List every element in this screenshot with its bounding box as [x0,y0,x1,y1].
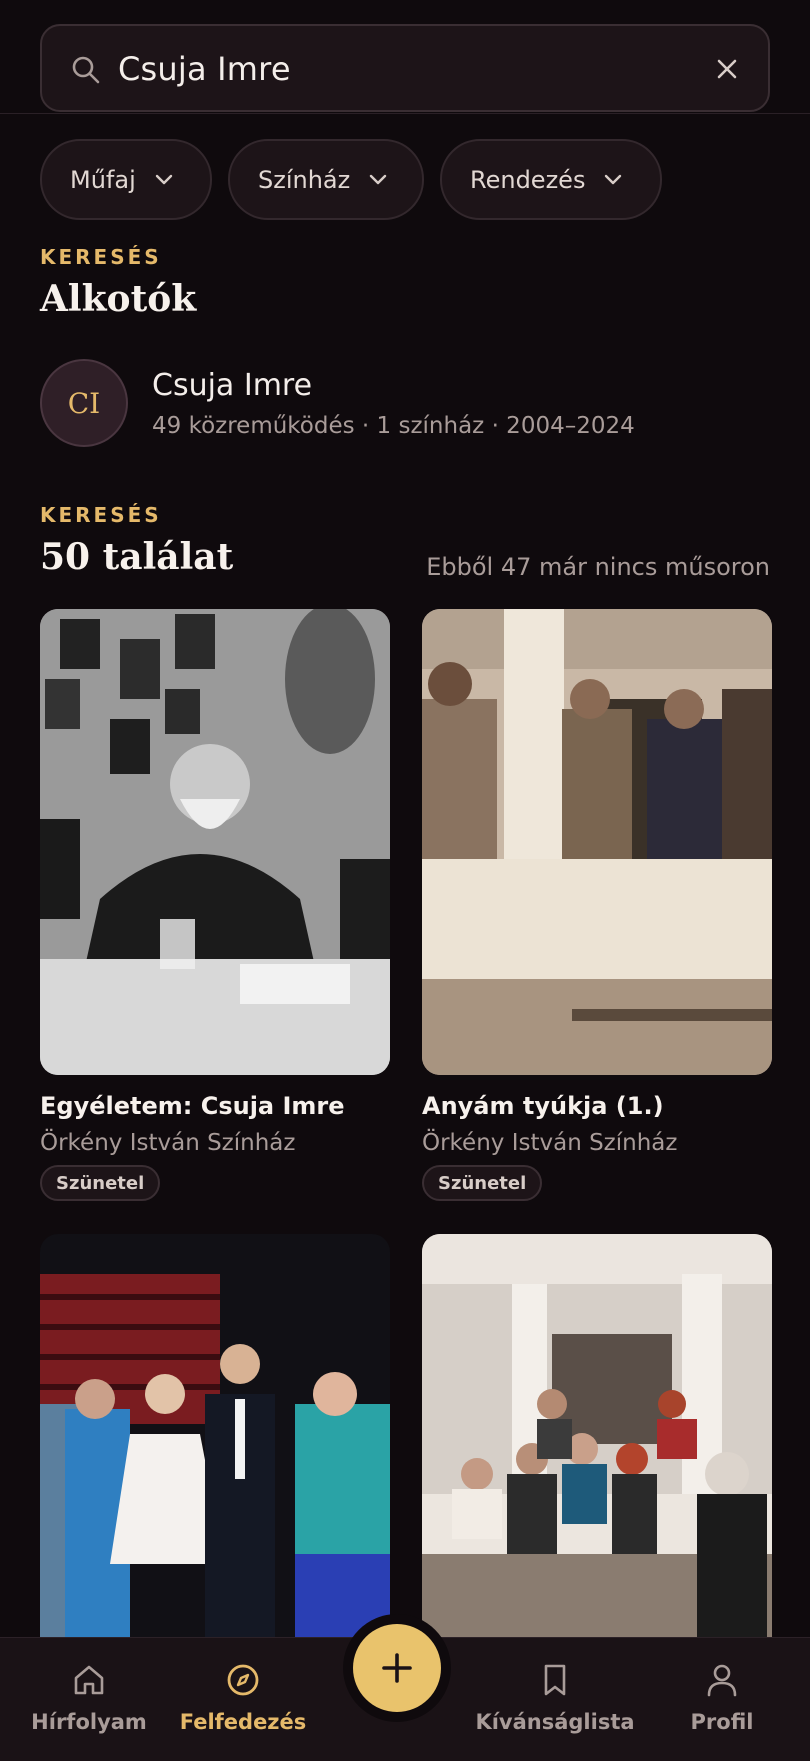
search-bar[interactable]: Csuja Imre [40,24,770,112]
status-badge: Szünetel [40,1165,161,1201]
plus-icon [382,1653,412,1683]
compass-icon [227,1664,259,1696]
results-note: Ebből 47 már nincs műsoron [426,553,770,581]
search-input[interactable]: Csuja Imre [118,50,291,88]
show-photo-illustration [422,609,772,1075]
nav-item-feed[interactable]: Hírfolyam [9,1660,169,1734]
show-image [422,609,772,1075]
nav-item-explore[interactable]: Felfedezés [163,1660,323,1734]
nav-label: Kívánságlista [475,1710,635,1734]
section-eyebrow: KERESÉS [40,503,162,527]
user-icon [707,1664,737,1697]
show-photo-illustration [40,609,390,1075]
filter-theatre-chip[interactable]: Színház [228,139,424,220]
chevron-down-icon [155,174,172,184]
filter-label: Színház [258,165,351,194]
nav-item-wishlist[interactable]: Kívánságlista [475,1660,635,1734]
nav-item-profile[interactable]: Profil [642,1660,802,1734]
search-icon [72,56,100,84]
add-button[interactable] [353,1624,441,1712]
show-theatre: Örkény István Színház [40,1130,296,1156]
avatar: CI [40,359,128,447]
show-title: Egyéletem: Csuja Imre [40,1092,345,1120]
section-title-results: 50 találat [40,536,234,578]
show-title: Anyám tyúkja (1.) [422,1092,664,1120]
filter-label: Műfaj [70,165,136,194]
close-icon[interactable] [710,52,744,86]
chevron-down-icon [605,174,622,184]
show-image [422,1234,772,1637]
bookmark-icon [544,1664,566,1696]
filter-genre-chip[interactable]: Műfaj [40,139,212,220]
nav-label: Felfedezés [179,1710,307,1734]
search-header: Csuja Imre [0,0,810,114]
show-photo-illustration [40,1234,390,1637]
home-icon [74,1665,104,1695]
section-title-creators: Alkotók [40,278,197,320]
creator-name: Csuja Imre [152,368,313,403]
filter-director-chip[interactable]: Rendezés [440,139,662,220]
show-image [40,1234,390,1637]
chevron-down-icon [370,174,387,184]
show-theatre: Örkény István Színház [422,1130,678,1156]
creator-meta: 49 közreműködés · 1 színház · 2004–2024 [152,413,635,439]
status-badge: Szünetel [422,1165,543,1201]
nav-label: Profil [690,1710,754,1734]
section-eyebrow: KERESÉS [40,245,162,269]
show-image [40,609,390,1075]
filter-label: Rendezés [470,165,586,194]
nav-label: Hírfolyam [31,1710,147,1734]
show-photo-illustration [422,1234,772,1637]
